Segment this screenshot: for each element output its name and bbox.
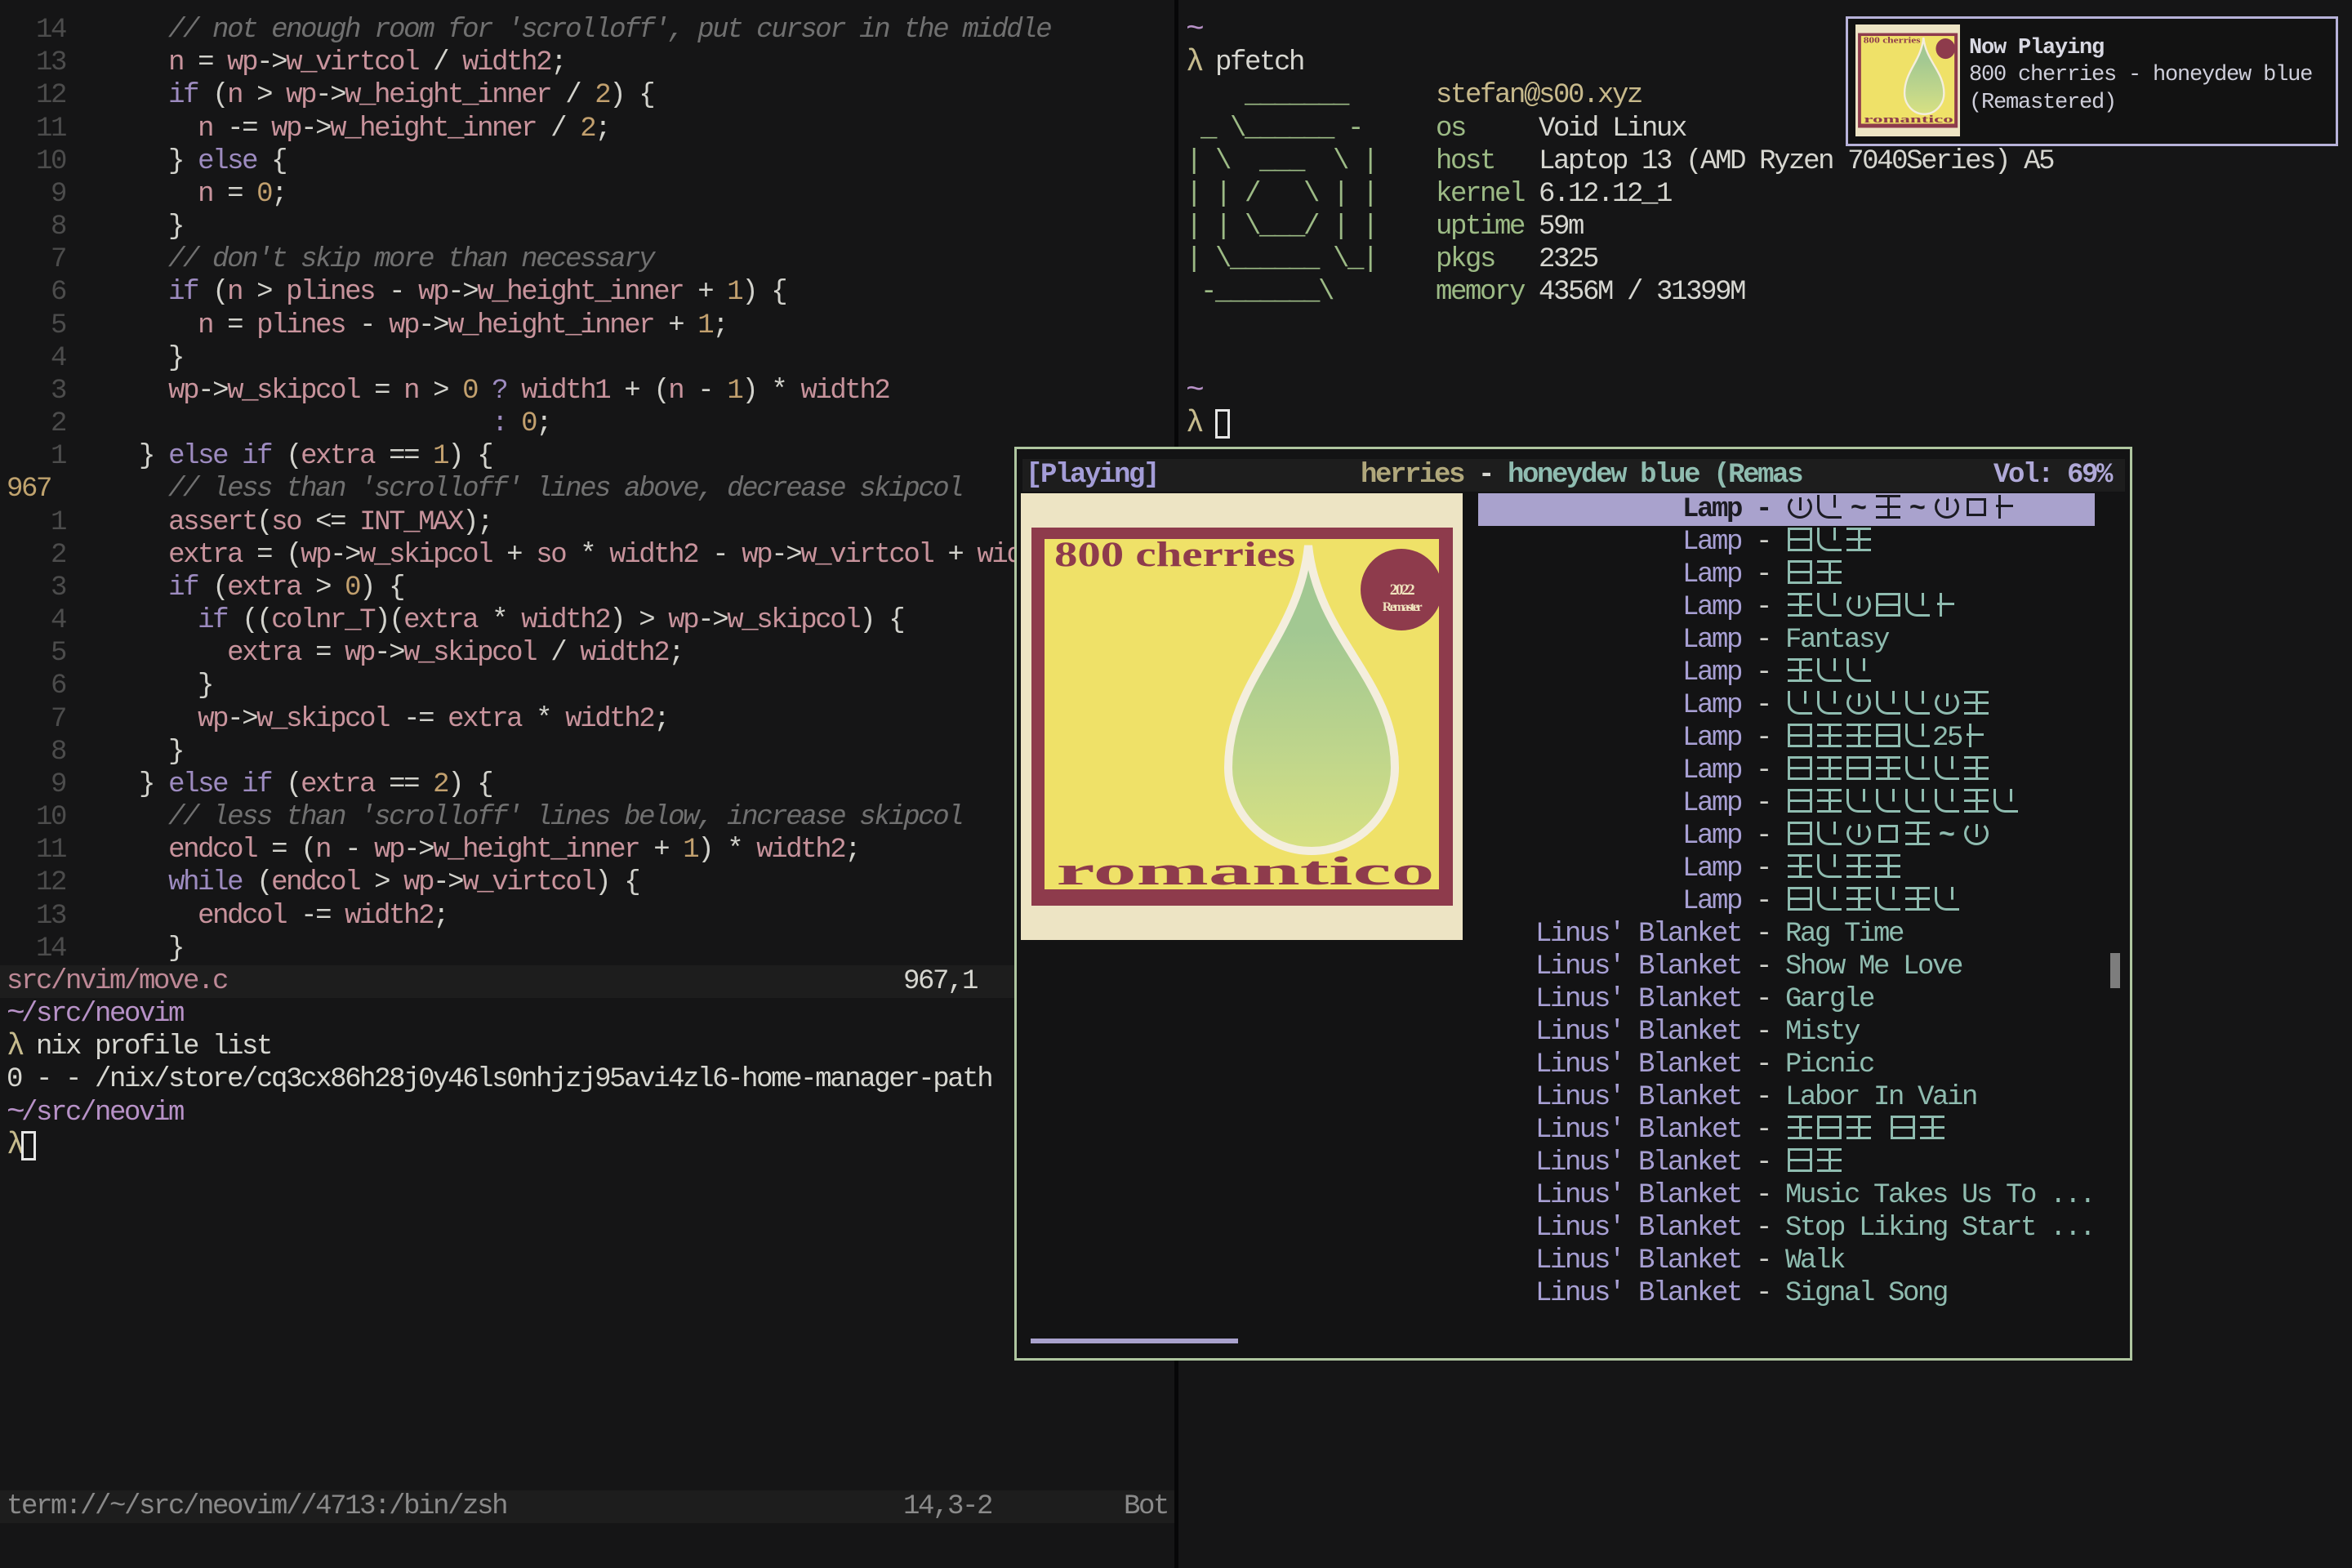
svg-text:romantico: romantico (1864, 114, 1953, 125)
svg-text:Remaster: Remaster (1383, 600, 1423, 614)
svg-text:romantico: romantico (1057, 848, 1435, 893)
svg-text:800 cherries: 800 cherries (1864, 36, 1921, 45)
svg-text:800 cherries: 800 cherries (1054, 536, 1295, 574)
svg-text:2022: 2022 (1390, 581, 1414, 599)
